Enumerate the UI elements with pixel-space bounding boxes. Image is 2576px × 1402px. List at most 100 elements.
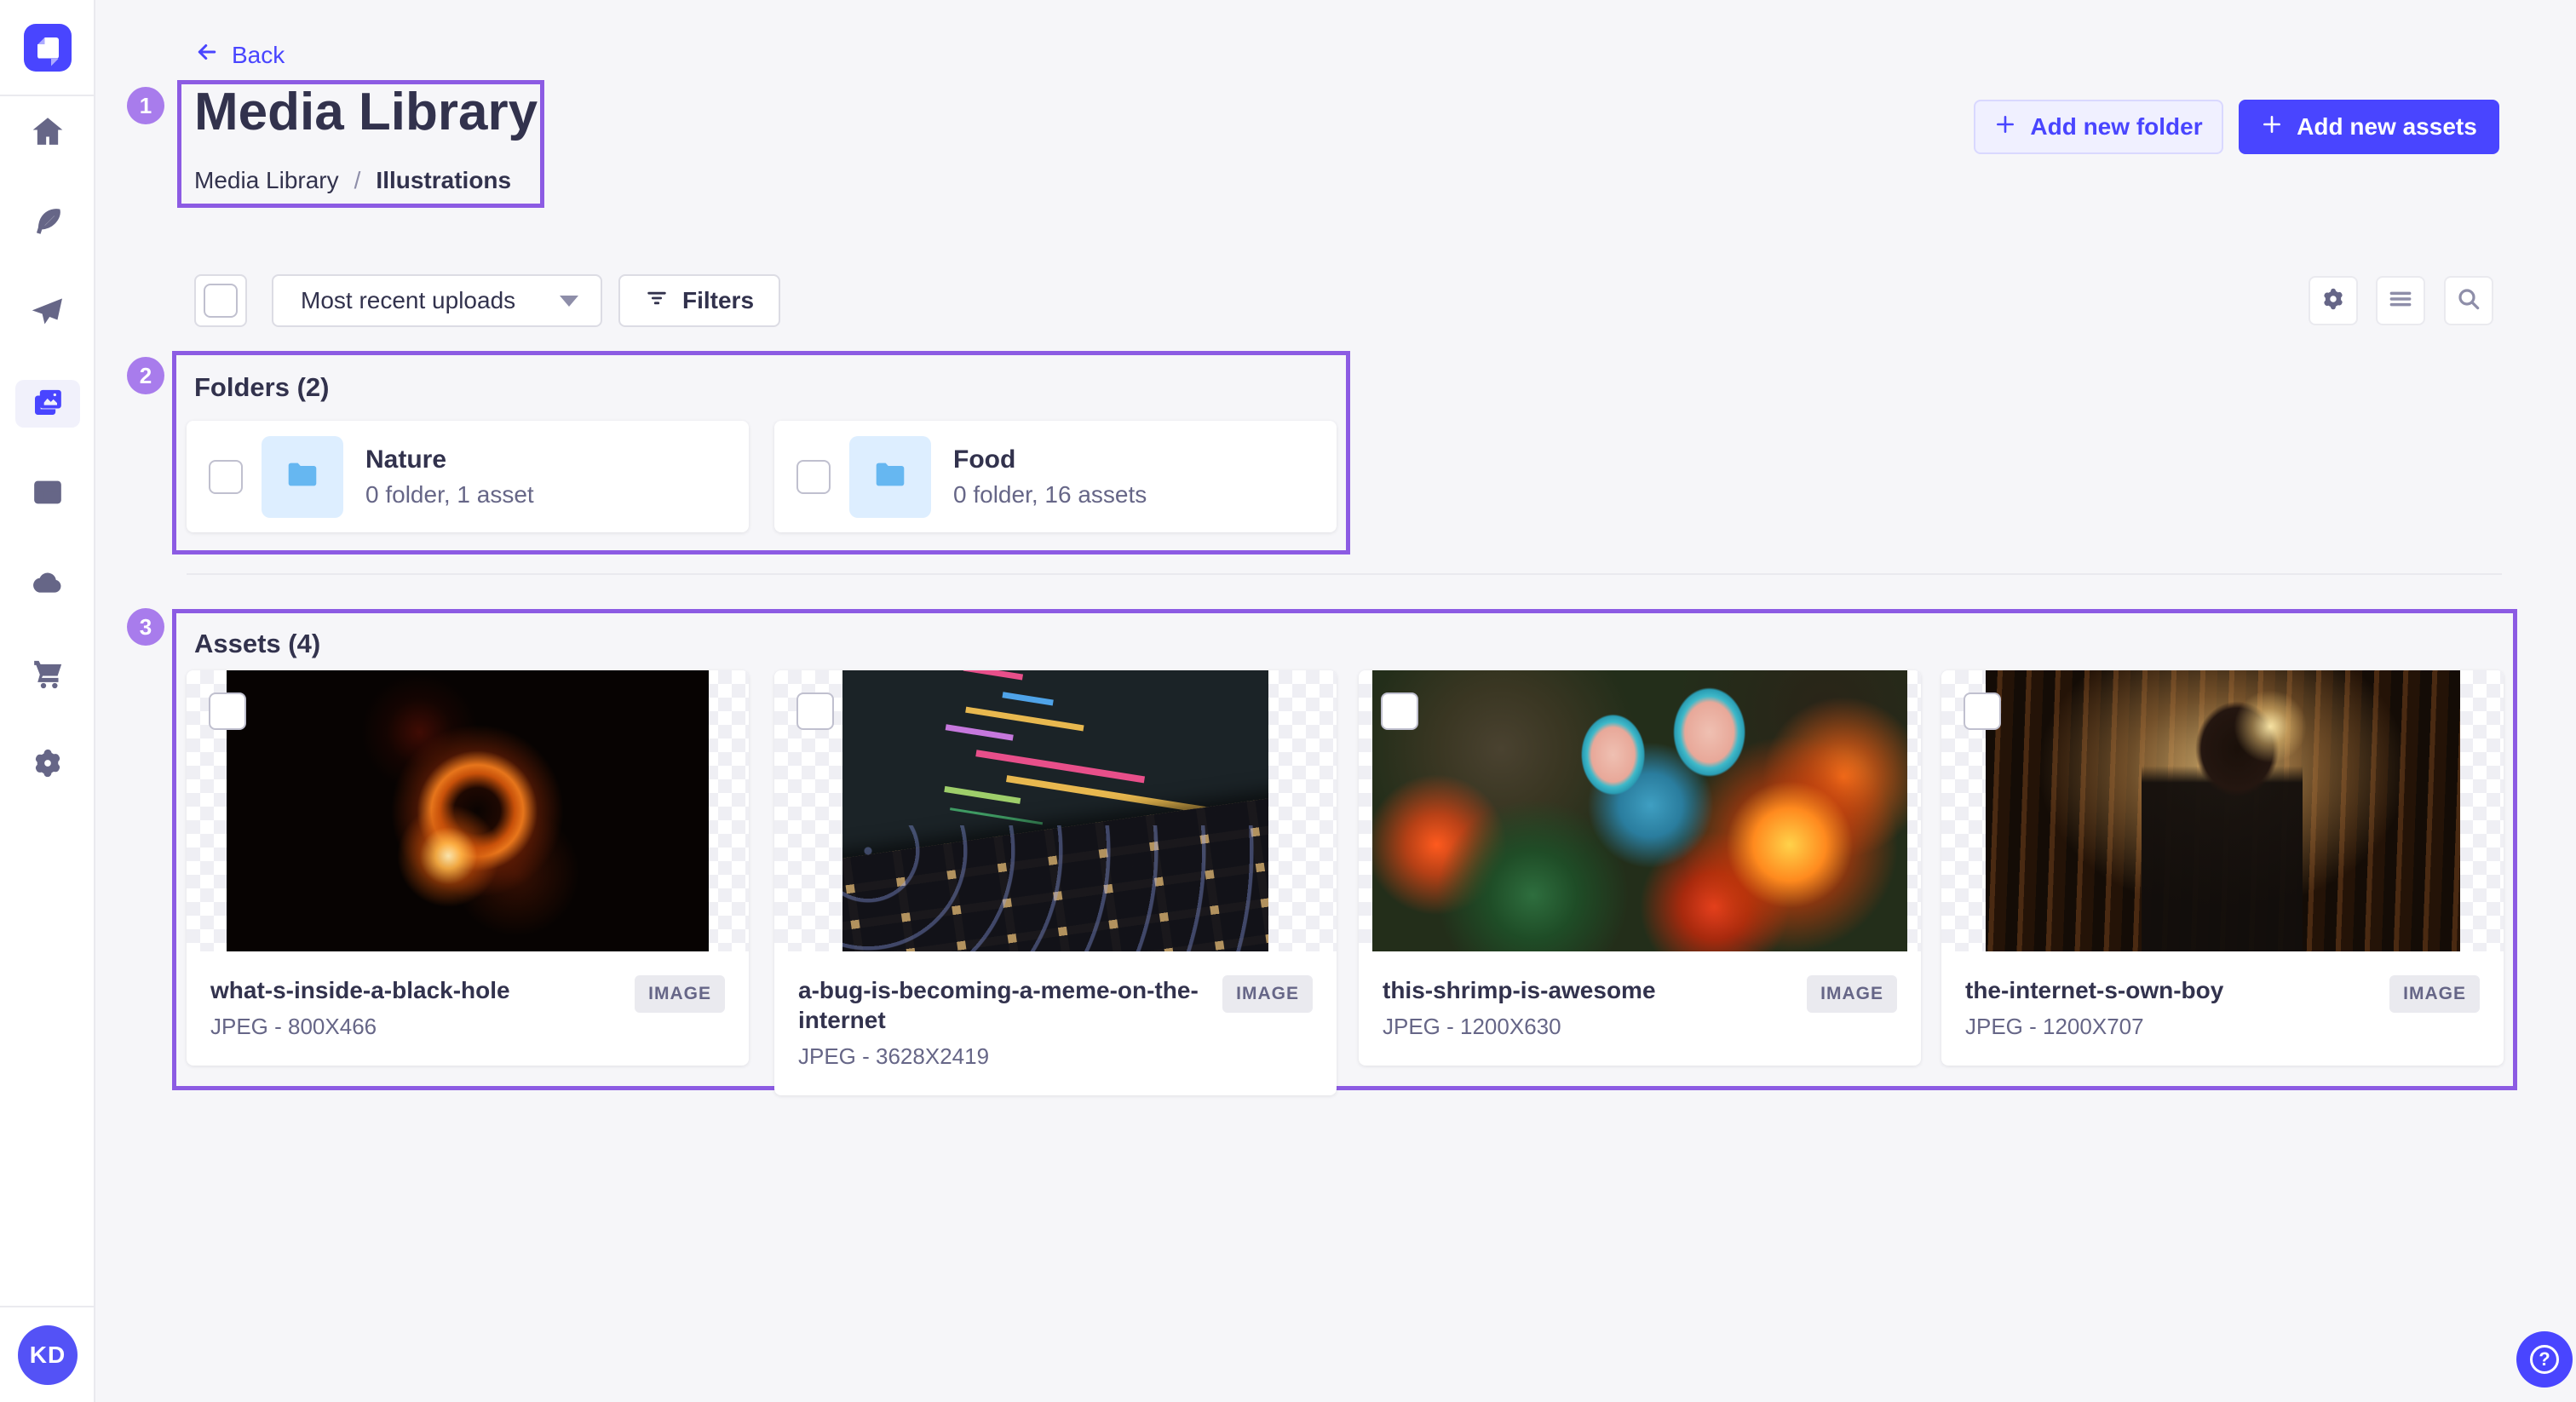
sort-dropdown[interactable]: Most recent uploads [272, 274, 602, 327]
feather-icon [31, 204, 65, 243]
help-button[interactable]: ? [2516, 1331, 2573, 1388]
asset-card-shrimp[interactable]: this-shrimp-is-awesome JPEG - 1200X630 I… [1359, 670, 1921, 1066]
add-new-folder-label: Add new folder [2030, 113, 2202, 141]
list-view-icon [2387, 285, 2414, 317]
search-icon [2455, 285, 2482, 317]
asset-type-badge: IMAGE [2389, 975, 2480, 1013]
settings-view-button[interactable] [2309, 276, 2358, 325]
asset-checkbox[interactable] [1381, 692, 1418, 730]
arrow-left-icon [194, 39, 220, 71]
asset-checkbox[interactable] [1964, 692, 2001, 730]
asset-info: what-s-inside-a-black-hole JPEG - 800X46… [187, 951, 749, 1066]
search-button[interactable] [2444, 276, 2493, 325]
asset-info: a-bug-is-becoming-a-meme-on-the-internet… [774, 951, 1337, 1095]
filters-button[interactable]: Filters [618, 274, 780, 327]
filter-icon [645, 286, 669, 316]
sort-value: Most recent uploads [301, 287, 515, 314]
add-new-assets-label: Add new assets [2297, 113, 2477, 141]
list-view-button[interactable] [2376, 276, 2425, 325]
sidebar-item-releases[interactable] [15, 290, 80, 337]
asset-thumbnail [1359, 670, 1921, 951]
sidebar-item-content-type-builder[interactable] [15, 470, 80, 518]
question-mark-icon: ? [2530, 1345, 2559, 1374]
asset-checkbox[interactable] [209, 692, 246, 730]
assets-heading: Assets (4) [194, 629, 320, 659]
add-new-folder-button[interactable]: Add new folder [1974, 100, 2223, 154]
asset-type-badge: IMAGE [1222, 975, 1313, 1013]
code-laptop-image [842, 670, 1268, 951]
logo-triangle [37, 37, 45, 45]
breadcrumb: Media Library / Illustrations [194, 167, 511, 194]
layout-icon [31, 475, 65, 514]
annotation-badge-1: 1 [127, 87, 164, 124]
asset-card-internets-own-boy[interactable]: the-internet-s-own-boy JPEG - 1200X707 I… [1941, 670, 2504, 1066]
breadcrumb-current: Illustrations [376, 167, 511, 194]
add-new-assets-button[interactable]: Add new assets [2239, 100, 2499, 154]
folders-heading: Folders (2) [194, 372, 329, 403]
folder-checkbox[interactable] [209, 460, 243, 494]
asset-info: this-shrimp-is-awesome JPEG - 1200X630 I… [1359, 951, 1921, 1066]
asset-type-badge: IMAGE [635, 975, 725, 1013]
asset-title: the-internet-s-own-boy [1965, 975, 2371, 1005]
annotation-badge-3: 3 [127, 608, 164, 646]
breadcrumb-separator: / [354, 167, 361, 194]
logo-triangle [51, 59, 59, 66]
back-link[interactable]: Back [194, 39, 285, 71]
asset-meta: JPEG - 3628X2419 [798, 1043, 1204, 1070]
folder-card-nature[interactable]: Nature 0 folder, 1 asset [187, 421, 749, 532]
sidebar-item-media-library[interactable] [15, 380, 80, 428]
asset-checkbox[interactable] [796, 692, 834, 730]
folder-meta: 0 folder, 1 asset [365, 481, 534, 509]
user-avatar[interactable]: KD [18, 1325, 78, 1385]
cart-icon [31, 656, 65, 694]
asset-title: a-bug-is-becoming-a-meme-on-the-internet [798, 975, 1204, 1035]
black-hole-image [227, 670, 709, 951]
folder-tile [262, 436, 343, 518]
back-label: Back [232, 42, 285, 69]
sidebar-item-content-manager[interactable] [15, 199, 80, 247]
gear-icon [2320, 285, 2347, 317]
cloud-icon [31, 566, 65, 604]
gear-icon [31, 746, 65, 784]
sidebar-item-cloud[interactable] [15, 560, 80, 608]
folder-text: Food 0 folder, 16 assets [953, 445, 1147, 509]
sidebar: KD [0, 0, 95, 1402]
plus-icon [2261, 113, 2283, 141]
sidebar-item-marketplace[interactable] [15, 651, 80, 698]
breadcrumb-root[interactable]: Media Library [194, 167, 339, 194]
asset-thumbnail [774, 670, 1337, 951]
folder-name: Nature [365, 445, 534, 474]
plus-icon [1994, 113, 2016, 141]
asset-card-black-hole[interactable]: what-s-inside-a-black-hole JPEG - 800X46… [187, 670, 749, 1066]
folder-meta: 0 folder, 16 assets [953, 481, 1147, 509]
folder-tile [849, 436, 931, 518]
section-divider [187, 573, 2502, 575]
asset-card-bug-meme[interactable]: a-bug-is-becoming-a-meme-on-the-internet… [774, 670, 1337, 1095]
folder-card-food[interactable]: Food 0 folder, 16 assets [774, 421, 1337, 532]
folder-icon [871, 455, 910, 498]
app-logo-wrap [0, 0, 95, 96]
sidebar-nav [0, 109, 95, 789]
sidebar-item-settings[interactable] [15, 741, 80, 789]
folder-name: Food [953, 445, 1147, 474]
select-all-checkbox[interactable] [204, 284, 238, 318]
asset-meta: JPEG - 800X466 [210, 1014, 616, 1040]
asset-thumbnail [187, 670, 749, 951]
asset-title: what-s-inside-a-black-hole [210, 975, 616, 1005]
annotation-badge-2: 2 [127, 357, 164, 394]
strapi-logo-icon[interactable] [24, 24, 72, 72]
asset-thumbnail [1941, 670, 2504, 951]
library-portrait-image [1986, 670, 2460, 951]
asset-title: this-shrimp-is-awesome [1383, 975, 1788, 1005]
folder-icon [283, 455, 322, 498]
sidebar-footer: KD [0, 1306, 95, 1402]
folder-checkbox[interactable] [796, 460, 831, 494]
sidebar-item-home[interactable] [15, 109, 80, 157]
asset-meta: JPEG - 1200X707 [1965, 1014, 2371, 1040]
select-all-tile[interactable] [194, 274, 247, 327]
asset-info: the-internet-s-own-boy JPEG - 1200X707 I… [1941, 951, 2504, 1066]
folder-text: Nature 0 folder, 1 asset [365, 445, 534, 509]
filters-label: Filters [682, 287, 754, 314]
home-icon [31, 114, 65, 152]
media-library-icon [31, 385, 65, 423]
